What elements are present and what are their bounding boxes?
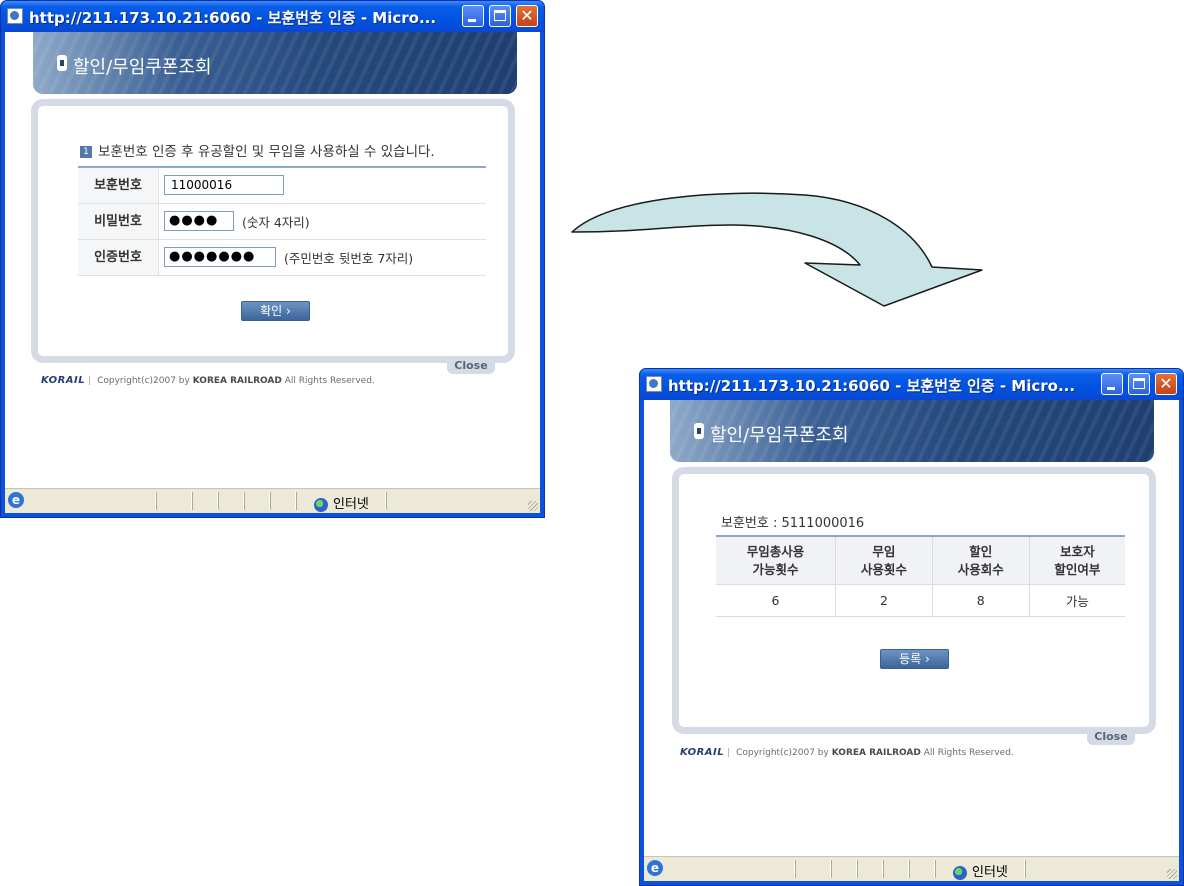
- title-bar[interactable]: http://211.173.10.21:6060 - 보훈번호 인증 - Mi…: [1, 1, 544, 32]
- notice-text: 1 보훈번호 인증 후 유공할인 및 무임을 사용하실 수 있습니다.: [80, 140, 435, 160]
- browser-window-result: http://211.173.10.21:6060 - 보훈번호 인증 - Mi…: [639, 368, 1184, 886]
- footer-company: KOREA RAILROAD: [831, 748, 921, 758]
- cell-free-used: 2: [835, 584, 933, 617]
- browser-window-login: http://211.173.10.21:6060 - 보훈번호 인증 - Mi…: [0, 0, 545, 518]
- content-frame: 보훈번호 : 5111000016 무임총사용 가능횟수 무임 사용횟수 할인 사용회…: [672, 467, 1156, 734]
- ie-status-icon: e: [647, 860, 663, 876]
- header-free-used: 무임 사용횟수: [835, 536, 933, 585]
- status-bar: e 인터넷: [644, 856, 1179, 881]
- internet-zone: 인터넷: [953, 861, 1008, 880]
- auth-number-input[interactable]: ●●●●●●●: [164, 247, 276, 267]
- form-row-password: 비밀번호 ●●●● (숫자 4자리): [78, 204, 486, 240]
- footer: KORAIL | Copyright(c)2007 by KOREA RAILRO…: [41, 375, 375, 386]
- footer-rights: All Rights Reserved.: [284, 376, 375, 386]
- header-free-total: 무임총사용 가능횟수: [716, 536, 836, 585]
- info-bullet-icon: 1: [80, 146, 92, 158]
- globe-icon: [953, 865, 967, 880]
- header-discount-used: 할인 사용회수: [931, 536, 1030, 585]
- flow-arrow: [571, 192, 983, 307]
- close-window-button[interactable]: ✕: [516, 5, 538, 27]
- auth-form-table: 보훈번호 11000016 비밀번호 ●●●● (숫자 4자리) 인증번호 ●●●…: [78, 166, 486, 276]
- veteran-number-input[interactable]: 11000016: [164, 175, 284, 195]
- coupon-table: 무임총사용 가능횟수 무임 사용횟수 할인 사용회수 보호자 할인여부 6 2 8 가능: [716, 535, 1125, 617]
- zone-label: 인터넷: [333, 497, 369, 512]
- close-page-button[interactable]: Close: [447, 359, 495, 374]
- auth-number-hint: (주민번호 뒷번호 7자리): [284, 250, 414, 266]
- page-title: 할인/무임쿠폰조회: [710, 425, 849, 446]
- header-guardian-discount: 보호자 할인여부: [1028, 536, 1125, 585]
- status-bar: e 인터넷: [5, 488, 540, 513]
- header-bullet-icon: [57, 55, 67, 71]
- footer-rights: All Rights Reserved.: [923, 748, 1014, 758]
- ie-page-icon: [646, 376, 662, 392]
- maximize-button[interactable]: [1128, 373, 1150, 395]
- register-button[interactable]: 등록 ›: [880, 649, 949, 669]
- window-title: http://211.173.10.21:6060 - 보훈번호 인증 - Mi…: [29, 9, 437, 27]
- cell-guardian-discount: 가능: [1028, 584, 1125, 617]
- form-row-auth-number: 인증번호 ●●●●●●● (주민번호 뒷번호 7자리): [78, 240, 486, 276]
- korail-logo: KORAIL: [41, 375, 86, 386]
- veteran-number-info: 보훈번호 : 5111000016: [721, 516, 865, 531]
- minimize-button[interactable]: [462, 5, 484, 27]
- content-frame: 1 보훈번호 인증 후 유공할인 및 무임을 사용하실 수 있습니다. 보훈번호 …: [31, 99, 515, 363]
- close-window-button[interactable]: ✕: [1155, 373, 1177, 395]
- page-header: 할인/무임쿠폰조회: [670, 400, 1154, 462]
- cell-free-total: 6: [716, 584, 836, 617]
- globe-icon: [314, 497, 328, 512]
- table-header-row: 무임총사용 가능횟수 무임 사용횟수 할인 사용회수 보호자 할인여부: [716, 536, 1125, 585]
- close-x-icon: ✕: [1159, 374, 1173, 393]
- footer-copyright: Copyright(c)2007 by: [736, 748, 829, 758]
- ie-page-icon: [7, 8, 23, 24]
- ie-status-icon: e: [8, 492, 24, 508]
- form-row-veteran-number: 보훈번호 11000016: [78, 168, 486, 204]
- maximize-button[interactable]: [489, 5, 511, 27]
- zone-label: 인터넷: [972, 865, 1008, 880]
- resize-grip[interactable]: [1167, 869, 1177, 879]
- window-title: http://211.173.10.21:6060 - 보훈번호 인증 - Mi…: [668, 377, 1076, 395]
- password-input[interactable]: ●●●●: [164, 211, 234, 231]
- internet-zone: 인터넷: [314, 493, 369, 512]
- page-area: 할인/무임쿠폰조회 1 보훈번호 인증 후 유공할인 및 무임을 사용하실 수 있…: [5, 32, 540, 513]
- minimize-button[interactable]: [1101, 373, 1123, 395]
- password-label: 비밀번호: [78, 204, 159, 239]
- close-page-button[interactable]: Close: [1087, 730, 1135, 745]
- page-title: 할인/무임쿠폰조회: [73, 57, 212, 78]
- page-area: 할인/무임쿠폰조회 보훈번호 : 5111000016 무임총사용 가능횟수 무임…: [644, 400, 1179, 881]
- cell-discount-used: 8: [931, 584, 1030, 617]
- notice-label: 보훈번호 인증 후 유공할인 및 무임을 사용하실 수 있습니다.: [98, 144, 435, 160]
- password-hint: (숫자 4자리): [242, 214, 310, 230]
- title-bar[interactable]: http://211.173.10.21:6060 - 보훈번호 인증 - Mi…: [640, 369, 1183, 400]
- footer-company: KOREA RAILROAD: [192, 376, 282, 386]
- auth-number-label: 인증번호: [78, 240, 159, 275]
- veteran-number-label: 보훈번호: [78, 168, 159, 203]
- header-bullet-icon: [694, 423, 704, 439]
- page-header: 할인/무임쿠폰조회: [33, 32, 517, 94]
- resize-grip[interactable]: [528, 501, 538, 511]
- confirm-button[interactable]: 확인 ›: [241, 301, 310, 321]
- close-x-icon: ✕: [520, 6, 534, 25]
- footer: KORAIL | Copyright(c)2007 by KOREA RAILRO…: [680, 747, 1014, 758]
- table-row: 6 2 8 가능: [716, 584, 1125, 617]
- korail-logo: KORAIL: [680, 747, 725, 758]
- footer-copyright: Copyright(c)2007 by: [97, 376, 190, 386]
